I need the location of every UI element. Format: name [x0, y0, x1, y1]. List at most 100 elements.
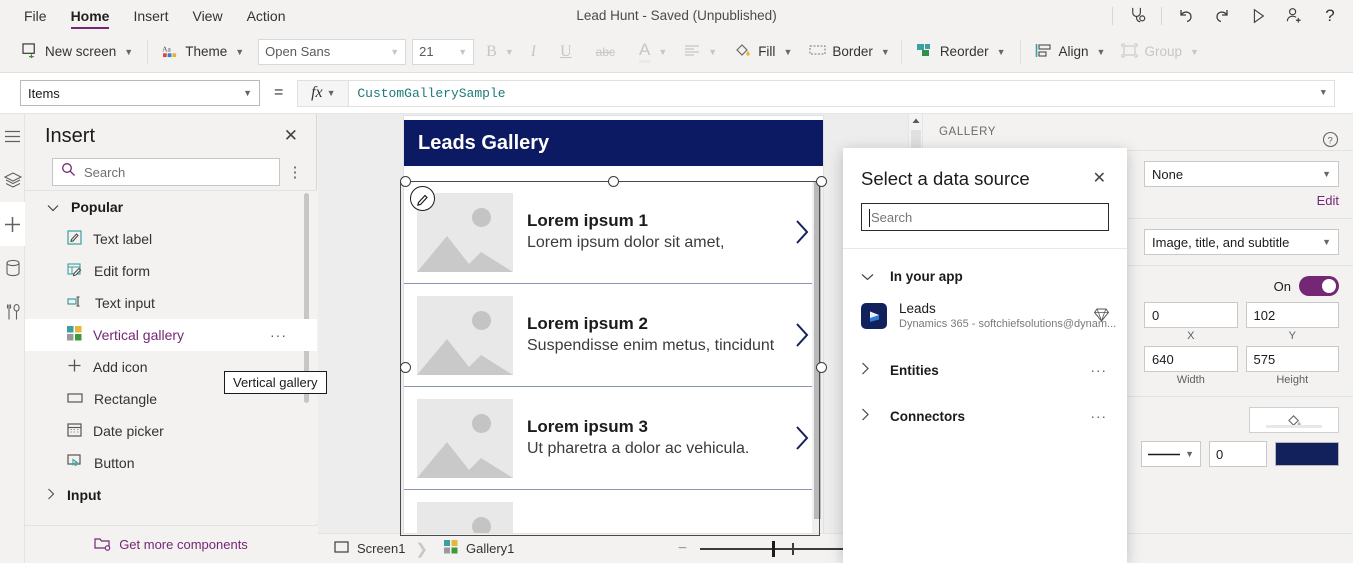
x-input[interactable]: 0 — [1144, 302, 1238, 328]
insert-item-button[interactable]: Button — [25, 447, 317, 479]
breadcrumb-screen1[interactable]: Screen1 — [318, 534, 415, 563]
breadcrumb-gallery1[interactable]: Gallery1 — [428, 534, 524, 563]
insert-panel-title: Insert — [45, 124, 96, 147]
divider — [900, 39, 902, 64]
share-icon[interactable] — [1277, 2, 1311, 30]
border-button[interactable]: Border ▼ — [797, 37, 894, 67]
dialog-group-entities[interactable]: Entities ··· — [843, 351, 1127, 389]
insert-item-vertical-gallery[interactable]: Vertical gallery ··· — [25, 319, 317, 351]
gallery-item[interactable]: Lorem ipsum 2 Suspendisse enim metus, ti… — [404, 284, 823, 387]
insert-group-label: Popular — [71, 199, 124, 215]
gallery-scrollbar[interactable] — [812, 181, 823, 533]
bold-button[interactable]: B ▼ — [474, 37, 519, 67]
new-screen-button[interactable]: New screen ▼ — [14, 37, 141, 67]
resize-handle-middle-left[interactable] — [400, 362, 411, 373]
data-icon[interactable] — [0, 246, 25, 290]
gallery-item[interactable]: Lorem ipsum 1 Lorem ipsum dolor sit amet… — [404, 181, 823, 284]
menu-item-view[interactable]: View — [180, 0, 234, 31]
insert-item-overflow-icon[interactable]: ··· — [270, 327, 287, 343]
gallery-item[interactable] — [404, 490, 823, 533]
menu-item-action[interactable]: Action — [235, 0, 298, 31]
chevron-down-icon[interactable]: ▼ — [1321, 88, 1326, 98]
more-options-icon[interactable]: ⋮ — [284, 160, 306, 184]
gallery-scrollbar-thumb[interactable] — [814, 181, 821, 519]
dialog-group-in-your-app[interactable]: In your app — [843, 257, 1127, 295]
menu-item-insert[interactable]: Insert — [121, 0, 180, 31]
align-button[interactable]: Align ▼ — [1027, 37, 1114, 67]
scroll-up-icon[interactable] — [909, 114, 923, 128]
gallery-edit-pencil-icon[interactable] — [410, 186, 435, 211]
italic-button[interactable]: I — [519, 37, 548, 67]
insert-group-label: Input — [67, 487, 102, 503]
fill-color-button[interactable] — [1249, 407, 1339, 433]
insert-item-edit-form[interactable]: Edit form — [25, 255, 317, 287]
dialog-group-connectors[interactable]: Connectors ··· — [843, 397, 1127, 435]
redo-icon[interactable] — [1205, 2, 1239, 30]
show-scrollbar-toggle[interactable] — [1299, 276, 1339, 296]
help-icon[interactable]: ? — [1313, 2, 1347, 30]
zoom-slider-knob[interactable] — [772, 540, 776, 557]
close-icon[interactable]: ✕ — [1090, 168, 1109, 188]
insert-icon[interactable] — [0, 202, 25, 246]
fill-button[interactable]: Fill ▼ — [722, 37, 797, 67]
zoom-slider[interactable] — [700, 540, 861, 557]
preview-icon[interactable] — [1241, 2, 1275, 30]
reorder-button[interactable]: Reorder ▼ — [908, 37, 1014, 67]
chevron-down-icon: ▼ — [708, 46, 718, 57]
strikethrough-label: abc — [595, 44, 615, 59]
dialog-group-overflow-icon[interactable]: ··· — [1091, 363, 1108, 378]
font-color-button[interactable]: A ▼ — [627, 37, 672, 67]
y-input[interactable]: 102 — [1245, 302, 1339, 328]
advanced-tools-icon[interactable] — [0, 290, 25, 334]
underline-button[interactable]: U — [548, 37, 584, 67]
resize-handle-top-center[interactable] — [608, 176, 619, 187]
insert-item-text-input[interactable]: Text input — [25, 287, 317, 319]
screen-header-bar[interactable]: Leads Gallery — [404, 120, 823, 166]
zoom-out-button[interactable]: − — [674, 540, 690, 558]
menu-icon[interactable] — [0, 114, 25, 158]
close-icon[interactable]: ✕ — [278, 123, 304, 149]
app-checker-icon[interactable] — [1120, 2, 1154, 30]
theme-button[interactable]: Aa Theme ▼ — [154, 37, 252, 67]
data-source-select[interactable]: None ▼ — [1144, 161, 1339, 187]
fx-button[interactable]: fx ▼ — [297, 79, 350, 107]
resize-handle-top-left[interactable] — [400, 176, 411, 187]
vertical-gallery-icon — [67, 326, 82, 344]
font-size-select[interactable]: 21 ▼ — [412, 38, 475, 65]
border-width-input[interactable]: 0 — [1209, 441, 1267, 467]
width-input[interactable]: 640 — [1144, 346, 1238, 372]
resize-handle-middle-right[interactable] — [816, 362, 827, 373]
layout-select[interactable]: Image, title, and subtitle ▼ — [1144, 229, 1339, 255]
new-screen-icon — [22, 42, 39, 61]
insert-group-input[interactable]: Input — [25, 479, 317, 511]
insert-item-date-picker[interactable]: Date picker — [25, 415, 317, 447]
property-select[interactable]: Items ▼ — [20, 80, 260, 106]
insert-group-popular[interactable]: Popular — [25, 191, 317, 223]
undo-icon[interactable] — [1169, 2, 1203, 30]
border-color-swatch[interactable] — [1275, 442, 1339, 466]
border-style-select[interactable]: ▼ — [1141, 441, 1201, 467]
toggle-knob — [1322, 279, 1336, 293]
strikethrough-button[interactable]: abc — [584, 37, 627, 67]
group-button[interactable]: Group ▼ — [1113, 37, 1206, 67]
edit-fields-link[interactable]: Edit — [1317, 193, 1339, 208]
help-icon[interactable]: ? — [1321, 130, 1339, 148]
height-input[interactable]: 575 — [1245, 346, 1339, 372]
text-label-icon — [67, 230, 82, 248]
gallery-item[interactable]: Lorem ipsum 3 Ut pharetra a dolor ac veh… — [404, 387, 823, 490]
tree-view-icon[interactable] — [0, 158, 25, 202]
formula-input[interactable]: CustomGallerySample ▼ — [349, 79, 1335, 107]
menu-item-home[interactable]: Home — [59, 0, 122, 31]
data-source-item-leads[interactable]: Leads Dynamics 365 - softchiefsolutions@… — [843, 295, 1127, 337]
font-family-select[interactable]: Open Sans ▼ — [258, 38, 407, 65]
insert-item-text-label[interactable]: Text label — [25, 223, 317, 255]
resize-handle-top-right[interactable] — [816, 176, 827, 187]
gallery-control[interactable]: Lorem ipsum 1 Lorem ipsum dolor sit amet… — [404, 181, 823, 533]
dialog-search-input[interactable]: Search — [861, 203, 1109, 231]
search-input[interactable]: Search — [52, 158, 280, 186]
get-more-components-button[interactable]: Get more components — [25, 525, 317, 563]
menu-item-file[interactable]: File — [12, 0, 59, 31]
dialog-group-overflow-icon[interactable]: ··· — [1091, 409, 1108, 424]
align-text-button[interactable]: ▼ — [672, 37, 722, 67]
chevron-right-icon — [861, 408, 870, 424]
